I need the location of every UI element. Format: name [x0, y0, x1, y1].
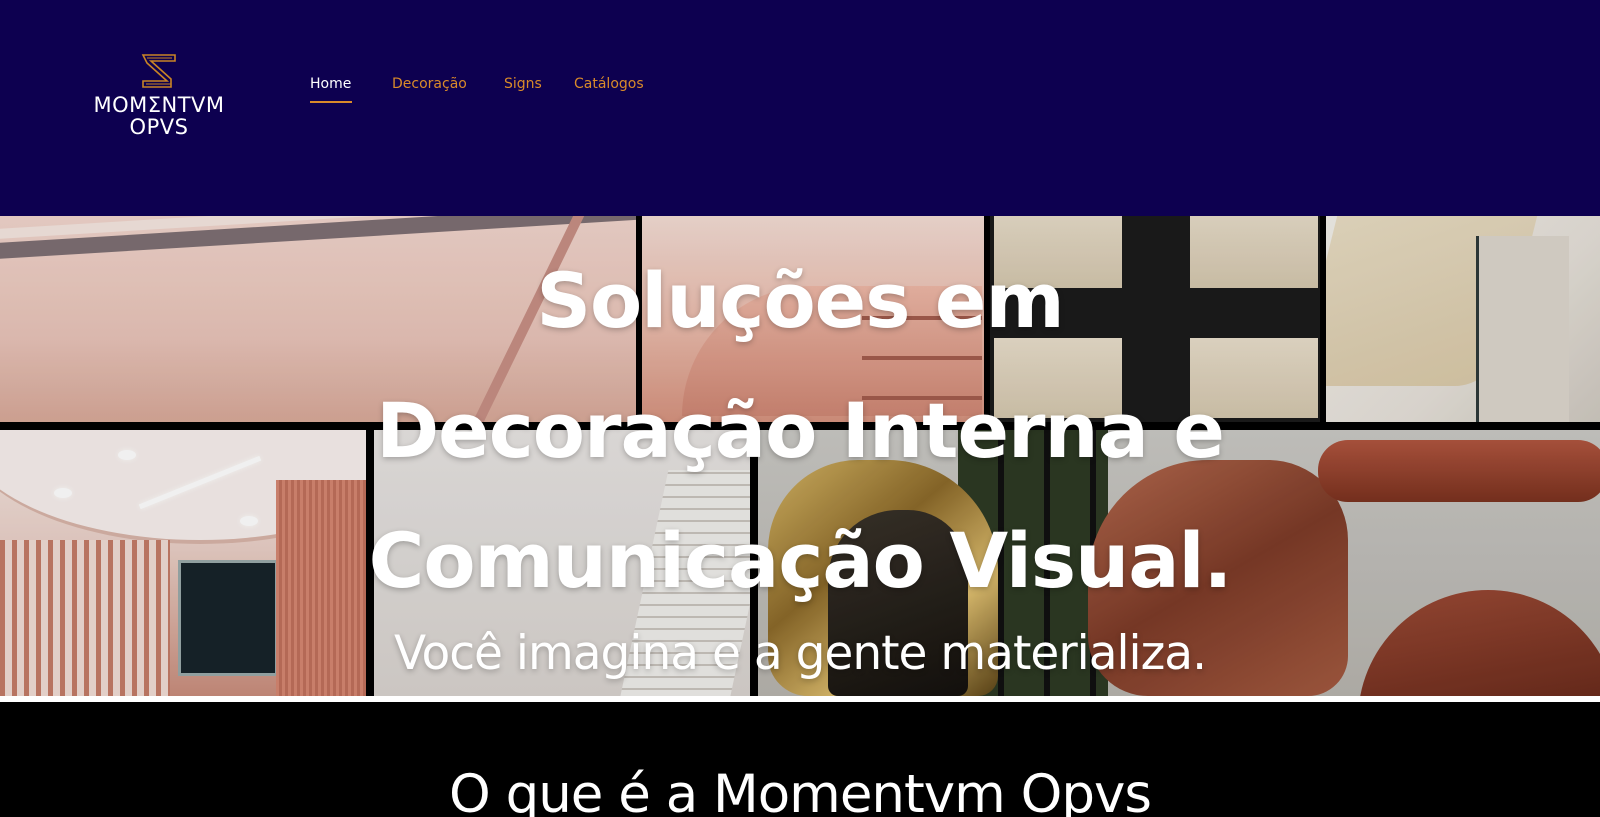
site-header: MOMΣNTVM OPVS Home Decoração Signs Catál…: [0, 0, 1600, 216]
hero-title: Soluções em Decoração Interna e Comunica…: [300, 236, 1300, 626]
logo-text-line-1: MOMΣNTVM: [93, 93, 225, 117]
hero-title-line-1: Soluções em: [536, 256, 1064, 345]
about-section: O que é a Momentvm Opvs: [0, 702, 1600, 817]
nav-item-decoracao[interactable]: Decoração: [392, 74, 467, 94]
hero-title-line-2: Decoração Interna e: [376, 386, 1225, 475]
logo-text-line-2: OPVS: [129, 115, 189, 139]
hero-subtitle: Você imagina e a gente materializa.: [393, 626, 1207, 681]
hero-title-line-3: Comunicação Visual.: [368, 516, 1233, 605]
nav-item-home[interactable]: Home: [310, 74, 352, 103]
page: MOMΣNTVM OPVS Home Decoração Signs Catál…: [0, 0, 1600, 817]
active-nav-underline: [310, 101, 352, 103]
nav-item-catalogos[interactable]: Catálogos: [574, 74, 644, 94]
s-monogram-icon: [141, 54, 176, 88]
nav-item-label: Home: [310, 76, 352, 92]
nav-item-signs[interactable]: Signs: [504, 74, 542, 94]
site-logo[interactable]: MOMΣNTVM OPVS: [79, 52, 239, 142]
hero-section: Soluções em Decoração Interna e Comunica…: [0, 216, 1600, 696]
about-title: O que é a Momentvm Opvs: [449, 764, 1152, 817]
nav-item-label: Decoração: [392, 76, 467, 92]
nav-item-label: Signs: [504, 76, 542, 92]
nav-item-label: Catálogos: [574, 76, 644, 92]
